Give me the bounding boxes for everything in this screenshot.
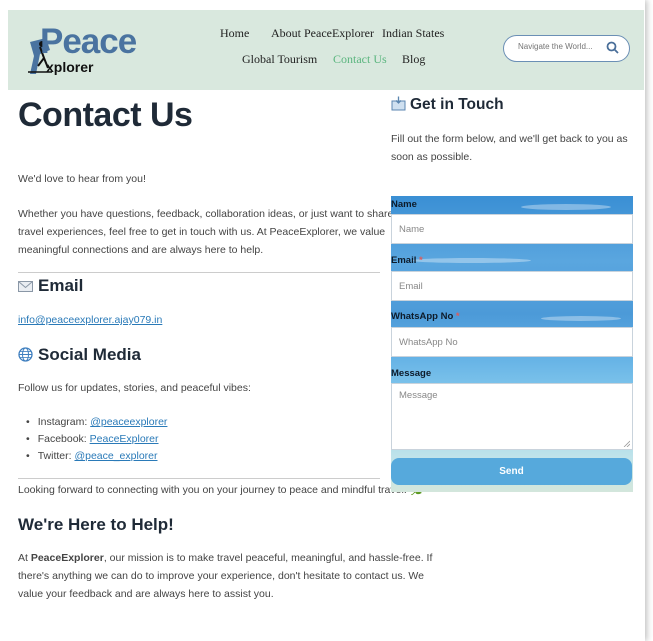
nav-indian-states[interactable]: Indian States bbox=[382, 26, 444, 41]
get-in-touch-description: Fill out the form below, and we'll get b… bbox=[391, 133, 628, 163]
help-text: At PeaceExplorer, our mission is to make… bbox=[18, 549, 432, 603]
name-label: Name bbox=[391, 199, 417, 210]
body-line: travel experiences, feel free to get in … bbox=[18, 226, 386, 238]
site-header: Peace xplorer Home About PeaceExplorer I… bbox=[8, 10, 644, 90]
search-icon[interactable] bbox=[606, 41, 619, 54]
search-input[interactable] bbox=[516, 41, 605, 52]
help-heading: We're Here to Help! bbox=[18, 515, 174, 534]
body-line: meaningful connections and are always he… bbox=[18, 244, 264, 256]
social-heading-label: Social Media bbox=[38, 345, 141, 364]
email-field[interactable]: Email bbox=[391, 271, 633, 301]
logo-wordmark-peace: Peace bbox=[40, 22, 137, 61]
nav-about[interactable]: About PeaceExplorer bbox=[271, 26, 374, 41]
email-placeholder: Email bbox=[399, 281, 423, 292]
closing-text: Looking forward to connecting with you o… bbox=[18, 484, 423, 496]
whatsapp-field[interactable]: WhatsApp No bbox=[391, 327, 633, 357]
cloud-decoration bbox=[411, 258, 531, 263]
help-line: value your feedback and are always here … bbox=[18, 588, 274, 600]
get-in-touch-label: Get in Touch bbox=[410, 96, 504, 113]
message-placeholder: Message bbox=[399, 390, 438, 401]
instagram-link[interactable]: @peaceexplorer bbox=[90, 416, 167, 428]
send-button[interactable]: Send bbox=[391, 458, 632, 485]
cloud-decoration bbox=[521, 204, 611, 210]
social-item-twitter: Twitter: @peace_explorer bbox=[26, 448, 167, 465]
whatsapp-label: WhatsApp No * bbox=[391, 311, 460, 322]
inbox-icon bbox=[391, 96, 406, 111]
email-heading: Email bbox=[18, 276, 83, 296]
get-in-touch-heading: Get in Touch bbox=[391, 96, 504, 114]
social-item-facebook: Facebook: PeaceExplorer bbox=[26, 431, 167, 448]
search-box[interactable] bbox=[503, 35, 630, 62]
resize-handle-icon[interactable] bbox=[623, 440, 630, 447]
required-mark: * bbox=[455, 311, 460, 322]
email-line: info@peaceexplorer.ajay079.in bbox=[18, 311, 162, 329]
body-text: Whether you have questions, feedback, co… bbox=[18, 205, 417, 259]
help-line: At PeaceExplorer, our mission is to make… bbox=[18, 552, 433, 564]
divider bbox=[18, 272, 380, 273]
social-item-instagram: Instagram: @peaceexplorer bbox=[26, 414, 168, 431]
social-list: Instagram: @peaceexplorer Facebook: Peac… bbox=[26, 414, 168, 465]
message-textarea[interactable]: Message bbox=[391, 383, 633, 450]
contact-form: Name Name Email * Email WhatsApp No * Wh… bbox=[391, 196, 633, 492]
help-line: there's anything we can do to improve yo… bbox=[18, 570, 424, 582]
nav-blog[interactable]: Blog bbox=[402, 52, 425, 67]
brand-name: PeaceExplorer bbox=[30, 552, 104, 564]
intro-text: We'd love to hear from you! bbox=[18, 173, 146, 185]
body-line: Whether you have questions, feedback, co… bbox=[18, 208, 417, 220]
envelope-icon bbox=[18, 281, 33, 292]
cloud-decoration bbox=[541, 316, 621, 321]
nav-global-tourism[interactable]: Global Tourism bbox=[242, 52, 317, 67]
facebook-link[interactable]: PeaceExplorer bbox=[90, 433, 159, 445]
twitter-link[interactable]: @peace_explorer bbox=[74, 450, 157, 462]
name-placeholder: Name bbox=[399, 224, 425, 235]
social-intro: Follow us for updates, stories, and peac… bbox=[18, 382, 251, 394]
required-mark: * bbox=[419, 255, 423, 266]
social-heading: Social Media bbox=[18, 345, 141, 365]
site-logo[interactable]: Peace xplorer bbox=[26, 22, 156, 78]
divider bbox=[18, 478, 380, 479]
message-label: Message bbox=[391, 368, 432, 379]
email-link[interactable]: info@peaceexplorer.ajay079.in bbox=[18, 314, 162, 326]
email-heading-label: Email bbox=[38, 276, 84, 295]
nav-contact-us[interactable]: Contact Us bbox=[333, 52, 387, 67]
globe-icon bbox=[18, 347, 33, 362]
page-title: Contact Us bbox=[18, 96, 193, 134]
name-field[interactable]: Name bbox=[391, 214, 633, 244]
email-label: Email * bbox=[391, 255, 423, 266]
nav-home[interactable]: Home bbox=[220, 26, 249, 41]
logo-wordmark-explorer: xplorer bbox=[46, 59, 94, 75]
whatsapp-placeholder: WhatsApp No bbox=[399, 337, 458, 348]
